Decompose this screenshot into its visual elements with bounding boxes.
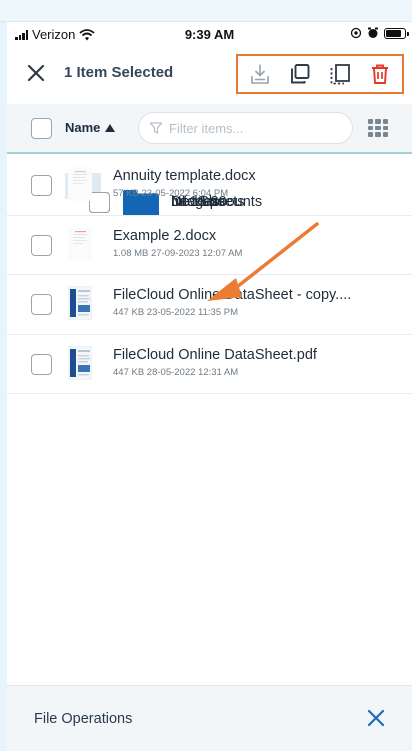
file-operations-bar: File Operations xyxy=(7,685,412,751)
download-icon xyxy=(251,64,269,84)
battery-level xyxy=(386,29,402,37)
item-meta: 1.08 MB 27-09-2023 12:07 AM xyxy=(113,247,243,259)
list-toolbar: Name xyxy=(7,104,412,154)
item-name: Annuity template.docx xyxy=(113,168,256,184)
sort-ascending-icon xyxy=(105,123,116,132)
status-right-group xyxy=(350,27,409,39)
move-button[interactable] xyxy=(327,61,353,87)
item-meta: 447 KB 23-05-2022 11:35 PM xyxy=(113,307,238,318)
file-row[interactable]: Annuity template.docx 57 KB 23-05-2022 6:… xyxy=(7,156,412,216)
file-row[interactable]: FileCloud Online DataSheet.pdf 447 KB 28-… xyxy=(7,335,412,394)
close-file-operations-icon[interactable] xyxy=(365,707,387,729)
selection-header: 1 Item Selected xyxy=(7,50,412,94)
move-icon xyxy=(330,64,350,85)
row-checkbox[interactable] xyxy=(31,175,52,196)
filter-input[interactable] xyxy=(169,120,339,136)
copy-icon xyxy=(291,64,310,84)
grid-view-icon[interactable] xyxy=(368,119,388,137)
item-name: Example 2.docx xyxy=(113,227,217,244)
file-row[interactable]: Example 2.docx 1.08 MB 27-09-2023 12:07 A… xyxy=(7,216,412,275)
alarm-icon xyxy=(368,27,378,38)
close-icon[interactable] xyxy=(25,62,47,84)
select-all-checkbox[interactable] xyxy=(31,118,52,139)
battery-icon xyxy=(384,27,409,39)
row-checkbox[interactable] xyxy=(31,234,52,256)
phone-screen: Verizon 9:39 AM 1 Item Selected Name Fil… xyxy=(7,22,412,751)
item-name: FileCloud Online DataSheet.pdf xyxy=(113,346,317,363)
document-thumbnail-icon xyxy=(68,286,92,320)
document-thumbnail-icon xyxy=(68,226,92,261)
location-icon xyxy=(350,27,362,39)
top-strip xyxy=(0,0,412,22)
row-checkbox[interactable] xyxy=(31,294,52,315)
row-checkbox[interactable] xyxy=(31,353,52,375)
file-list: DI 19-20 Images Info Sheets New accounts bac… xyxy=(7,156,412,394)
delete-icon xyxy=(372,64,388,84)
copy-button[interactable] xyxy=(287,61,313,87)
delete-button[interactable] xyxy=(367,61,393,87)
status-bar: Verizon 9:39 AM xyxy=(7,22,412,46)
selection-title: 1 Item Selected xyxy=(64,64,174,81)
file-row[interactable]: FileCloud Online DataSheet - copy.... 447… xyxy=(7,275,412,335)
file-operations-label: File Operations xyxy=(34,711,133,727)
action-toolbar xyxy=(236,54,404,94)
sort-label: Name xyxy=(65,120,101,135)
item-meta: 447 KB 28-05-2022 12:31 AM xyxy=(113,366,239,378)
item-meta: 57 KB 23-05-2022 6:04 PM xyxy=(113,188,229,199)
filter-icon xyxy=(149,122,163,134)
download-button[interactable] xyxy=(247,61,273,87)
sort-by-name[interactable]: Name xyxy=(65,120,116,135)
item-name: FileCloud Online DataSheet - copy.... xyxy=(113,287,352,303)
document-thumbnail-icon xyxy=(68,167,92,201)
filter-box xyxy=(138,112,353,144)
document-thumbnail-icon xyxy=(68,345,92,380)
